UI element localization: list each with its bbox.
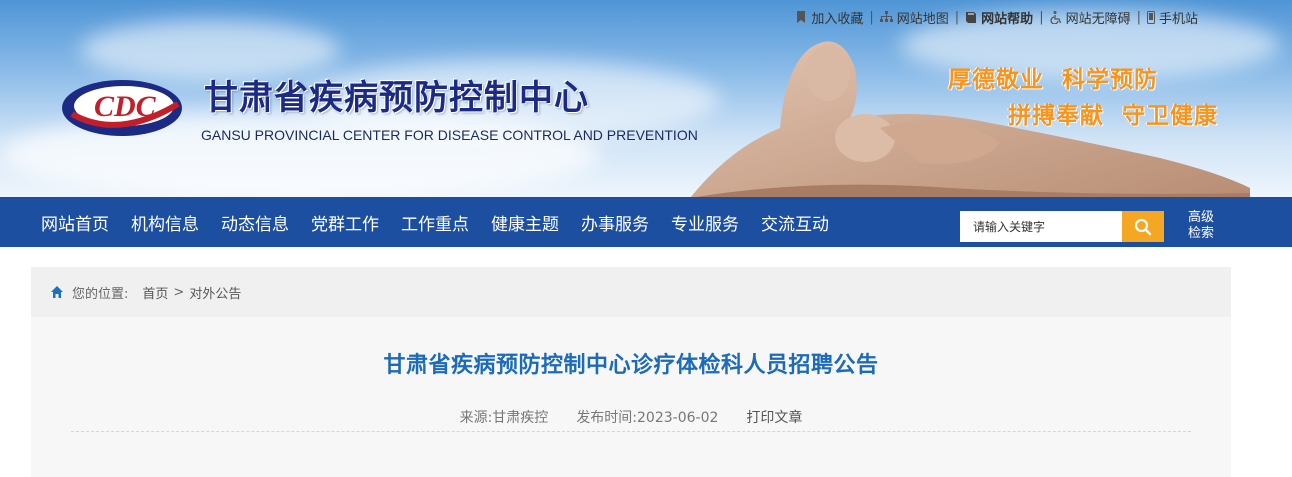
cdc-logo[interactable]: CDC	[58, 68, 198, 140]
nav-item-home[interactable]: 网站首页	[30, 210, 120, 235]
help-label: 网站帮助	[981, 11, 1034, 27]
nav-item-services[interactable]: 办事服务	[570, 210, 660, 235]
article-meta: 来源:甘肃疾控 发布时间:2023-06-02 打印文章	[31, 407, 1231, 427]
accessibility-link[interactable]: 网站无障碍	[1049, 8, 1131, 27]
site-title-english: GANSU PROVINCIAL CENTER FOR DISEASE CONT…	[201, 127, 698, 143]
article-container: 您的位置: 首页 > 对外公告 甘肃省疾病预防控制中心诊疗体检科人员招聘公告 来…	[31, 267, 1231, 477]
link-divider: |	[869, 9, 874, 25]
breadcrumb-label: 您的位置:	[72, 286, 129, 302]
nav-item-organization[interactable]: 机构信息	[120, 210, 210, 235]
sitemap-icon	[879, 11, 893, 22]
bookmark-icon	[797, 11, 806, 23]
mobile-site-link[interactable]: 手机站	[1146, 8, 1198, 27]
nav-item-party-work[interactable]: 党群工作	[300, 210, 390, 235]
print-article-button[interactable]: 打印文章	[746, 407, 802, 427]
mobile-site-label: 手机站	[1158, 11, 1198, 27]
book-icon	[966, 12, 977, 23]
add-favorite-label: 加入收藏	[811, 11, 864, 27]
home-icon	[51, 286, 63, 298]
slogan-line-2: 拼搏奉献 守卫健康	[1008, 103, 1219, 129]
breadcrumb-separator: >	[173, 284, 185, 300]
sitemap-label: 网站地图	[896, 11, 949, 27]
nav-item-professional-services[interactable]: 专业服务	[660, 210, 750, 235]
logo-text: CDC	[94, 90, 157, 123]
link-divider: |	[954, 9, 960, 25]
sitemap-link[interactable]: 网站地图	[879, 8, 949, 27]
nav-menu: 网站首页 机构信息 动态信息 党群工作 工作重点 健康主题 办事服务 专业服务 …	[30, 197, 840, 247]
search-icon	[1134, 218, 1152, 235]
accessibility-icon	[1049, 10, 1061, 24]
top-links-bar: 加入收藏 | 网站地图 | 网站帮助 | 网站无障碍 | 手机站	[795, 8, 1198, 27]
nav-item-news[interactable]: 动态信息	[210, 210, 300, 235]
article-title: 甘肃省疾病预防控制中心诊疗体检科人员招聘公告	[383, 353, 879, 378]
mobile-icon	[1146, 10, 1155, 24]
accessibility-label: 网站无障碍	[1065, 11, 1131, 27]
search-input[interactable]	[960, 211, 1122, 242]
nav-item-health-topics[interactable]: 健康主题	[480, 210, 570, 235]
advanced-search-link[interactable]: 高级 检索	[1184, 210, 1218, 242]
meta-divider	[71, 431, 1191, 432]
site-header: 加入收藏 | 网站地图 | 网站帮助 | 网站无障碍 | 手机站 CDC 甘肃省…	[0, 0, 1292, 197]
breadcrumb-announcements[interactable]: 对外公告	[189, 283, 241, 302]
breadcrumb: 您的位置: 首页 > 对外公告	[31, 267, 1231, 317]
link-divider: |	[1039, 9, 1044, 25]
article-source: 来源:甘肃疾控	[459, 410, 549, 426]
article-publish-time: 发布时间:2023-06-02	[576, 410, 719, 426]
link-divider: |	[1136, 9, 1141, 25]
slogan-line-1: 厚德敬业 科学预防	[948, 67, 1159, 93]
nav-item-key-work[interactable]: 工作重点	[390, 210, 480, 235]
help-link[interactable]: 网站帮助	[965, 8, 1033, 27]
search-button[interactable]	[1122, 211, 1164, 242]
site-title: 甘肃省疾病预防控制中心	[204, 78, 589, 118]
add-favorite-link[interactable]: 加入收藏	[795, 8, 863, 27]
nav-item-interaction[interactable]: 交流互动	[750, 210, 840, 235]
breadcrumb-home[interactable]: 首页	[142, 283, 168, 302]
